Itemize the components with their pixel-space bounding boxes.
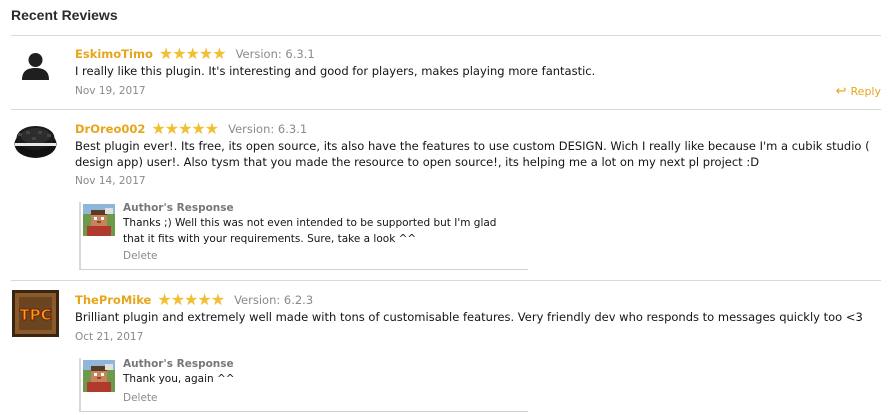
review-text: I really like this plugin. It's interest… — [75, 64, 596, 78]
delete-button[interactable]: Delete — [123, 250, 158, 262]
delete-button[interactable]: Delete — [123, 392, 158, 404]
star-icon: ★ — [204, 119, 219, 138]
star-icon: ★ — [151, 119, 165, 138]
review-date: Nov 19, 2017 — [75, 85, 146, 97]
avatar-logo-text: TPC — [19, 306, 51, 324]
author-avatar-icon — [83, 360, 115, 392]
star-icon: ★ — [198, 44, 213, 63]
reply-label: Reply — [850, 85, 881, 98]
author-response: Author's Response Thank you, again ^^ De… — [79, 358, 528, 412]
review-version: Version: 6.2.3 — [234, 293, 314, 307]
review-version: Version: 6.3.1 — [228, 122, 308, 136]
review-header: TheProMike ★ ★ ★ ★ ★ Version: 6.2.3 — [75, 291, 313, 309]
response-label: Author's Response — [123, 358, 234, 370]
section-title: Recent Reviews — [11, 7, 118, 23]
response-text: Thank you, again ^^ — [123, 373, 235, 385]
review-header: DrOreo002 ★ ★ ★ ★ ★ Version: 6.3.1 — [75, 120, 307, 138]
rating-stars: ★ ★ ★ ★ ★ — [158, 44, 227, 63]
star-icon: ★ — [172, 44, 186, 63]
star-icon: ★ — [178, 119, 192, 138]
divider — [11, 35, 881, 36]
rating-stars: ★ ★ ★ ★ ★ — [151, 119, 219, 138]
tpc-logo-avatar: TPC — [12, 290, 59, 337]
star-icon: ★ — [185, 44, 200, 63]
rating-stars: ★ ★ ★ ★ ★ — [157, 290, 225, 309]
star-icon: ★ — [191, 119, 205, 138]
author-response: Author's Response Thanks ;) Well this wa… — [79, 202, 528, 270]
review-header: EskimoTimo ★ ★ ★ ★ ★ Version: 6.3.1 — [75, 45, 315, 63]
review-text: Brilliant plugin and extremely well made… — [75, 310, 863, 324]
star-icon: ★ — [164, 119, 179, 138]
star-icon: ★ — [197, 290, 211, 309]
star-icon: ★ — [212, 44, 226, 63]
reply-icon: ↩ — [835, 84, 847, 99]
author-avatar[interactable] — [83, 204, 115, 236]
star-icon: ★ — [184, 290, 198, 309]
author-avatar[interactable] — [83, 360, 115, 392]
divider — [11, 280, 881, 281]
avatar[interactable]: TPC — [12, 290, 59, 337]
star-icon: ★ — [210, 290, 225, 309]
avatar[interactable] — [12, 119, 59, 166]
review-date: Oct 21, 2017 — [75, 331, 144, 343]
review-username[interactable]: EskimoTimo — [75, 47, 153, 61]
star-icon: ★ — [157, 290, 171, 309]
review-date: Nov 14, 2017 — [75, 175, 146, 187]
avatar[interactable] — [12, 42, 59, 89]
response-label: Author's Response — [123, 202, 234, 214]
review-version: Version: 6.3.1 — [235, 47, 315, 61]
review-username[interactable]: TheProMike — [75, 293, 151, 307]
reply-button[interactable]: ↩ Reply — [836, 84, 881, 99]
user-silhouette-icon — [22, 53, 49, 80]
oreo-avatar-icon — [14, 126, 57, 158]
review-text: Best plugin ever!. Its free, its open so… — [75, 139, 870, 169]
divider — [11, 109, 881, 110]
author-avatar-icon — [83, 204, 115, 236]
star-icon: ★ — [158, 44, 173, 63]
review-username[interactable]: DrOreo002 — [75, 122, 145, 136]
star-icon: ★ — [170, 290, 185, 309]
response-text: Thanks ;) Well this was not even intende… — [123, 217, 497, 245]
